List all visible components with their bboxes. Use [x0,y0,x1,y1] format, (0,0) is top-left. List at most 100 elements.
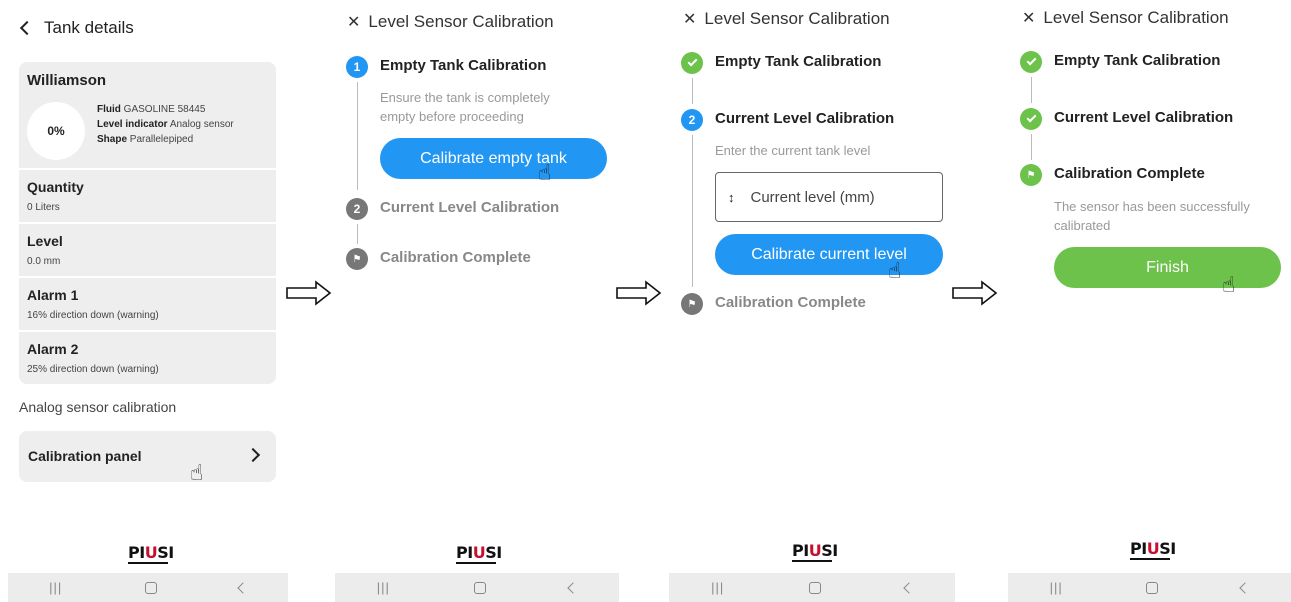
back-icon[interactable] [237,581,249,594]
step-3-label: Calibration Complete [380,249,531,266]
row-subtitle: 0.0 mm [27,256,61,267]
back-button[interactable]: Tank details [19,18,134,38]
row-title: Quantity [27,179,84,195]
android-nav-bar: ||| [8,573,288,602]
step-2-label: Current Level Calibration [380,199,560,216]
step-connector [692,78,693,104]
step-2-indicator: 2 [681,109,703,131]
step-3-description: The sensor has been successfully calibra… [1054,199,1250,233]
step-1-indicator: 1 [346,56,368,78]
gauge-percent: 0% [47,124,65,138]
calibrate-current-level-button[interactable]: Calibrate current level [715,234,943,275]
fluid-label: Fluid [97,104,121,115]
alarm-1-row: Alarm 1 16% direction down (warning) [19,278,276,330]
right-arrow-icon [616,280,662,306]
row-subtitle: 0 Liters [27,202,60,213]
back-icon[interactable] [903,581,915,594]
flag-icon: ⚑ [352,253,362,265]
level-gauge: 0% [27,102,85,160]
piusi-logo: PIUSI [456,543,502,562]
fluid-value: GASOLINE 58445 [123,104,206,115]
recent-apps-icon[interactable]: ||| [711,580,724,595]
home-icon[interactable] [1146,581,1159,594]
recent-apps-icon[interactable]: ||| [49,580,62,595]
row-title: Level [27,233,63,249]
calibration-panel-label: Calibration panel [28,448,142,464]
step-1-description: Ensure the tank is completely empty befo… [380,90,550,124]
row-title: Alarm 1 [27,287,79,303]
home-icon[interactable] [473,581,486,594]
android-nav-bar: ||| [335,573,619,602]
piusi-logo: PIUSI [128,543,174,562]
quantity-row: Quantity 0 Liters [19,170,276,222]
step-1-indicator [681,52,703,74]
wizard-header: ✕ Level Sensor Calibration [347,12,554,32]
hand-pointer-icon: ☝ [538,160,552,185]
flag-icon: ⚑ [1026,169,1036,181]
recent-apps-icon[interactable]: ||| [1050,580,1063,595]
close-icon[interactable]: ✕ [683,9,696,29]
calibrate-empty-tank-button[interactable]: Calibrate empty tank [380,138,607,179]
step-2-description: Enter the current tank level [715,143,871,158]
back-icon[interactable] [567,581,579,594]
current-level-input[interactable]: ↕ Current level (mm) [715,172,943,222]
close-icon[interactable]: ✕ [1022,8,1035,28]
level-indicator-value: Analog sensor [169,119,234,130]
step-3-label: Calibration Complete [715,294,866,311]
row-subtitle: 16% direction down (warning) [27,310,159,321]
logo-underline [128,562,168,564]
row-title: Alarm 2 [27,341,79,357]
step-3-indicator: ⚑ [1020,164,1042,186]
step-connector [692,135,693,287]
step-connector [1031,77,1032,103]
calibration-panel-button[interactable]: Calibration panel [19,431,276,482]
logo-underline [792,560,832,562]
step-2-indicator: 2 [346,198,368,220]
page-title: Tank details [44,18,134,37]
android-nav-bar: ||| [669,573,955,602]
android-nav-bar: ||| [1008,573,1291,602]
step-3-indicator: ⚑ [346,248,368,270]
flag-icon: ⚑ [687,298,697,310]
level-row: Level 0.0 mm [19,224,276,276]
tank-summary-card: Williamson 0% Fluid GASOLINE 58445 Level… [19,62,276,168]
logo-underline [1130,558,1170,560]
shape-value: Parallelepiped [129,134,194,145]
recent-apps-icon[interactable]: ||| [377,580,390,595]
back-icon[interactable] [1239,581,1252,594]
right-arrow-icon [286,280,332,306]
logo-underline [456,562,496,564]
step-2-indicator [1020,108,1042,130]
chevron-left-icon [19,20,35,36]
home-icon[interactable] [144,581,157,594]
step-connector [357,82,358,190]
wizard-title: Level Sensor Calibration [704,9,890,28]
check-icon [687,56,697,67]
hand-pointer-icon: ☝ [190,460,204,485]
hand-pointer-icon: ☝ [888,258,902,283]
step-connector [1031,134,1032,160]
step-2-label: Current Level Calibration [1054,109,1234,126]
home-icon[interactable] [808,581,821,594]
check-icon [1026,55,1036,66]
up-down-icon: ↕ [728,189,735,205]
step-3-indicator: ⚑ [681,293,703,315]
shape-label: Shape [97,134,128,145]
step-1-label: Empty Tank Calibration [380,57,547,74]
level-indicator-label: Level indicator [97,119,168,130]
close-icon[interactable]: ✕ [347,12,360,32]
row-subtitle: 25% direction down (warning) [27,364,159,375]
chevron-right-icon [245,447,261,463]
step-2-label: Current Level Calibration [715,110,895,127]
current-level-placeholder: Current level (mm) [750,188,875,206]
right-arrow-icon [952,280,998,306]
section-label: Analog sensor calibration [19,399,177,415]
piusi-logo: PIUSI [792,541,838,560]
finish-button[interactable]: Finish [1054,247,1281,288]
step-connector [357,224,358,244]
check-icon [1026,112,1036,123]
wizard-header: ✕ Level Sensor Calibration [1022,8,1229,28]
hand-pointer-icon: ☝ [1222,272,1236,297]
wizard-header: ✕ Level Sensor Calibration [683,9,890,29]
tank-info: Fluid GASOLINE 58445 Level indicator Ana… [97,102,234,147]
